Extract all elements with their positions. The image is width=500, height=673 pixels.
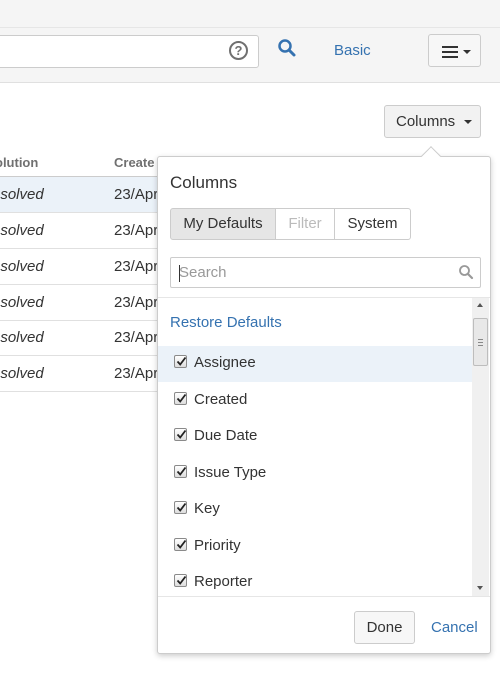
column-option-label: Assignee: [194, 354, 256, 371]
created-cell: 23/Apr: [114, 294, 159, 311]
search-icon[interactable]: [277, 38, 297, 58]
checkbox[interactable]: [174, 392, 187, 405]
tab-system[interactable]: System: [334, 208, 411, 240]
resolution-cell: esolved: [0, 329, 44, 346]
column-option-key[interactable]: Key: [158, 492, 472, 528]
resolution-cell: esolved: [0, 222, 44, 239]
table-row[interactable]: esolved 23/Apr: [0, 285, 170, 321]
column-search-input[interactable]: Search: [170, 257, 481, 288]
column-option-priority[interactable]: Priority: [158, 529, 472, 565]
created-cell: 23/Apr: [114, 258, 159, 275]
scroll-down-icon[interactable]: [477, 586, 483, 590]
table-row[interactable]: esolved 23/Apr: [0, 249, 170, 285]
popup-title: Columns: [170, 173, 238, 192]
checkbox[interactable]: [174, 574, 187, 587]
column-option-reporter[interactable]: Reporter: [158, 565, 472, 596]
column-option-created[interactable]: Created: [158, 383, 472, 419]
restore-defaults-link[interactable]: Restore Defaults: [170, 314, 282, 331]
table-row[interactable]: esolved 23/Apr: [0, 320, 170, 356]
column-option-label: Issue Type: [194, 464, 267, 481]
resolution-cell: esolved: [0, 294, 44, 311]
text-cursor: [179, 265, 180, 282]
checkbox[interactable]: [174, 501, 187, 514]
column-header-created[interactable]: Create: [114, 155, 154, 170]
table-row[interactable]: esolved 23/Apr: [0, 356, 170, 392]
column-option-label: Due Date: [194, 427, 258, 444]
column-header-resolution[interactable]: olution: [0, 155, 38, 170]
scroll-thumb[interactable]: [473, 318, 488, 366]
tools-menu-button[interactable]: [428, 34, 481, 67]
hamburger-icon: [442, 46, 458, 58]
columns-popup: Columns My Defaults Filter System Search…: [157, 156, 491, 654]
resolution-cell: esolved: [0, 186, 44, 203]
checkbox[interactable]: [174, 428, 187, 441]
basic-search-link[interactable]: Basic: [334, 42, 371, 59]
search-placeholder: Search: [179, 264, 227, 281]
checkbox[interactable]: [174, 355, 187, 368]
table-row[interactable]: esolved 23/Apr: [0, 177, 170, 213]
created-cell: 23/Apr: [114, 365, 159, 382]
column-list[interactable]: Restore Defaults Assignee Created Due Da…: [158, 297, 490, 597]
column-option-label: Key: [194, 500, 220, 517]
tab-filter: Filter: [275, 208, 335, 240]
top-strip: [0, 0, 500, 28]
column-option-label: Priority: [194, 537, 241, 554]
checkbox[interactable]: [174, 538, 187, 551]
column-option-label: Reporter: [194, 573, 253, 590]
cancel-link[interactable]: Cancel: [431, 619, 478, 636]
done-button[interactable]: Done: [354, 611, 415, 644]
created-cell: 23/Apr: [114, 329, 159, 346]
column-option-assignee[interactable]: Assignee: [158, 346, 472, 382]
column-option-label: Created: [194, 391, 248, 408]
query-input[interactable]: [0, 35, 259, 68]
resolution-cell: esolved: [0, 258, 44, 275]
table-row[interactable]: esolved 23/Apr: [0, 213, 170, 249]
scroll-up-icon[interactable]: [477, 303, 483, 307]
column-option-issue-type[interactable]: Issue Type: [158, 456, 472, 492]
created-cell: 23/Apr: [114, 222, 159, 239]
list-scrollbar[interactable]: [472, 298, 489, 596]
checkbox[interactable]: [174, 465, 187, 478]
chevron-down-icon: [463, 50, 471, 54]
search-icon: [459, 265, 474, 280]
column-option-due-date[interactable]: Due Date: [158, 419, 472, 455]
tab-my-defaults[interactable]: My Defaults: [170, 208, 276, 240]
columns-button-label: Columns: [396, 113, 456, 130]
help-icon[interactable]: ?: [229, 41, 248, 60]
columns-button[interactable]: Columns: [384, 105, 481, 138]
chevron-down-icon: [464, 120, 472, 124]
created-cell: 23/Apr: [114, 186, 159, 203]
resolution-cell: esolved: [0, 365, 44, 382]
